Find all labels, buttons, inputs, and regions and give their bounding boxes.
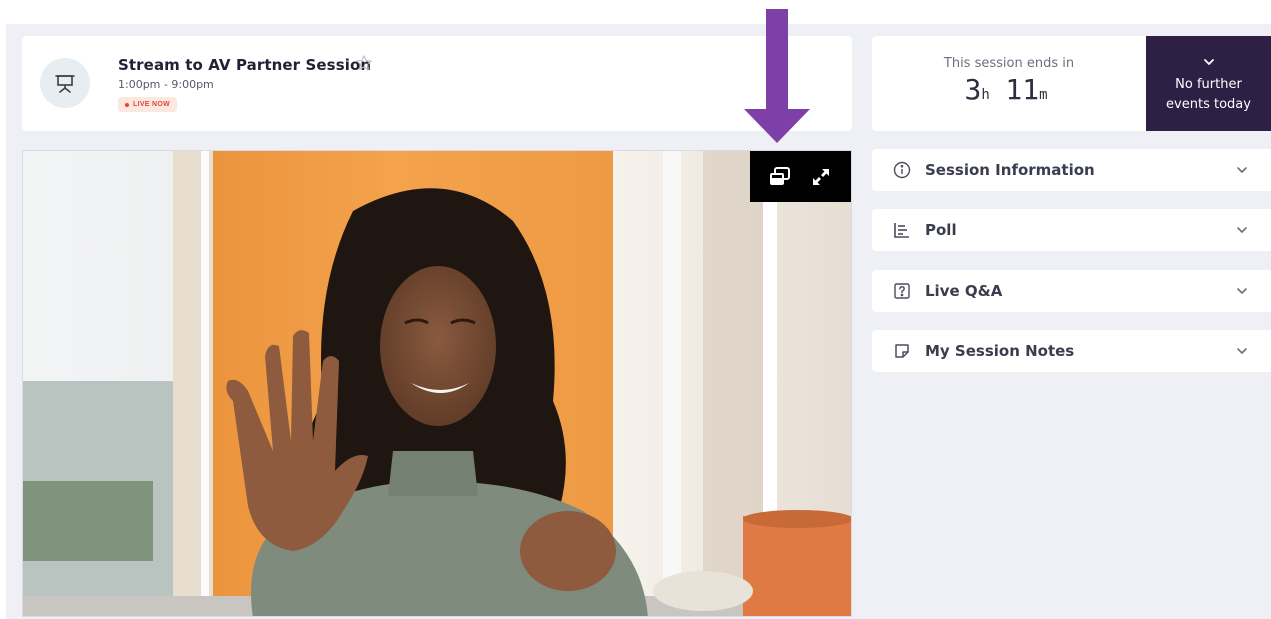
session-time: 1:00pm - 9:00pm: [118, 78, 214, 91]
my-session-notes-label: My Session Notes: [925, 342, 1075, 360]
favorite-star-icon[interactable]: [355, 54, 373, 72]
poll-label: Poll: [925, 221, 957, 239]
video-controls-bar: [750, 151, 851, 202]
countdown-hours-unit: h: [981, 87, 990, 103]
live-qa-label: Live Q&A: [925, 282, 1003, 300]
countdown-minutes-unit: m: [1039, 87, 1048, 103]
session-title: Stream to AV Partner Session: [118, 56, 372, 74]
countdown-hours: 3: [964, 73, 982, 106]
live-now-badge: LIVE NOW: [118, 97, 178, 112]
video-frame-image: [23, 151, 851, 616]
further-events-toggle[interactable]: No further events today: [1146, 36, 1271, 131]
session-information-panel[interactable]: Session Information: [872, 149, 1271, 191]
chevron-down-icon: [1235, 163, 1249, 177]
presentation-icon: [40, 58, 90, 108]
session-header-card: Stream to AV Partner Session 1:00pm - 9:…: [22, 36, 852, 131]
chevron-down-icon: [1235, 344, 1249, 358]
further-events-line1: No further: [1175, 76, 1242, 92]
video-player[interactable]: [22, 150, 852, 617]
my-session-notes-panel[interactable]: My Session Notes: [872, 330, 1271, 372]
picture-in-picture-icon[interactable]: [767, 164, 793, 190]
poll-panel[interactable]: Poll: [872, 209, 1271, 251]
notes-icon: [892, 341, 912, 361]
countdown-label: This session ends in: [943, 56, 1075, 71]
countdown-value: 3h 11m: [872, 73, 1146, 106]
chevron-down-icon: [1203, 53, 1215, 73]
countdown-minutes: 11: [1005, 73, 1040, 106]
live-dot-icon: [125, 102, 129, 107]
poll-icon: [892, 220, 912, 240]
chevron-down-icon: [1235, 284, 1249, 298]
live-badge-label: LIVE NOW: [133, 101, 171, 108]
annotation-arrow-icon: [744, 9, 810, 143]
expand-icon[interactable]: [808, 164, 834, 190]
session-information-label: Session Information: [925, 161, 1095, 179]
question-icon: [892, 281, 912, 301]
info-icon: [892, 160, 912, 180]
chevron-down-icon: [1235, 223, 1249, 237]
live-qa-panel[interactable]: Live Q&A: [872, 270, 1271, 312]
further-events-line2: events today: [1166, 96, 1251, 112]
countdown-card: This session ends in 3h 11m No further e…: [872, 36, 1271, 131]
